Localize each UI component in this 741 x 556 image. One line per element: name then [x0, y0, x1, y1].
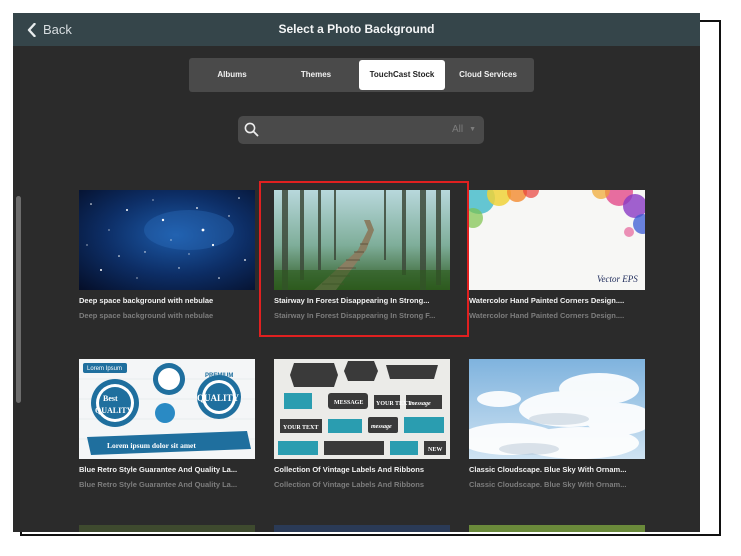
label-text: YOUR TEXT — [376, 401, 411, 407]
photo-card-peek[interactable] — [274, 525, 450, 532]
thumbnail-cloudscape — [469, 359, 645, 459]
thumbnail-vintage-labels: MESSAGE YOUR TEXT message YOUR TEXT mess… — [274, 359, 450, 459]
scrollbar[interactable] — [16, 196, 21, 403]
thumbnail-deep-space — [79, 190, 255, 290]
label-text: message — [410, 401, 431, 407]
photo-card-peek[interactable] — [79, 525, 255, 532]
card-title: Watercolor Hand Painted Corners Design..… — [469, 296, 625, 305]
filter-dropdown[interactable]: All ▼ — [452, 116, 476, 144]
thumbnail-retro-quality: Lorem Ipsum Best QUALITY QUALITY PREMIUM… — [79, 359, 255, 459]
tab-touchcast-stock[interactable]: TouchCast Stock — [359, 60, 445, 90]
card-subtitle: Classic Cloudscape. Blue Sky With Ornam.… — [469, 480, 627, 489]
card-subtitle: Deep space background with nebulae — [79, 311, 214, 320]
source-tabs: Albums Themes TouchCast Stock Cloud Serv… — [189, 58, 534, 92]
card-title: Blue Retro Style Guarantee And Quality L… — [79, 465, 238, 474]
card-title: Collection Of Vintage Labels And Ribbons — [274, 465, 425, 474]
search-input[interactable] — [264, 120, 424, 140]
vector-eps-badge: Vector EPS — [597, 274, 638, 284]
card-subtitle: Watercolor Hand Painted Corners Design..… — [469, 311, 625, 320]
page-title: Select a Photo Background — [278, 22, 435, 36]
badge-text: Lorem Ipsum — [87, 366, 122, 372]
caret-down-icon: ▼ — [469, 126, 476, 133]
card-title: Stairway In Forest Disappearing In Stron… — [274, 296, 430, 305]
badge-text: Lorem ipsum dolor sit amet — [107, 441, 196, 450]
badge-text: QUALITY — [95, 406, 133, 415]
thumbnail-watercolor: Vector EPS — [469, 190, 645, 290]
tab-themes[interactable]: Themes — [277, 60, 355, 90]
title-bar: Back Select a Photo Background — [13, 13, 700, 46]
label-text: NEW — [428, 447, 442, 453]
label-text: YOUR TEXT — [283, 425, 318, 431]
badge-text: PREMIUM — [205, 373, 233, 379]
search-bar: All ▼ — [238, 116, 484, 144]
label-text: message — [371, 424, 392, 430]
card-title: Classic Cloudscape. Blue Sky With Ornam.… — [469, 465, 627, 474]
label-text: MESSAGE — [334, 400, 363, 406]
tab-cloud-services[interactable]: Cloud Services — [447, 60, 529, 90]
filter-label: All — [451, 124, 464, 135]
photo-background-picker: Back Select a Photo Background Albums Th… — [13, 13, 700, 532]
card-subtitle: Stairway In Forest Disappearing In Stron… — [274, 311, 436, 320]
search-icon — [244, 122, 259, 142]
badge-text: QUALITY — [197, 393, 240, 403]
card-title: Deep space background with nebulae — [79, 296, 214, 305]
tab-albums[interactable]: Albums — [193, 60, 271, 90]
card-subtitle: Collection Of Vintage Labels And Ribbons — [274, 480, 425, 489]
thumbnail-forest-stairway — [274, 190, 450, 290]
badge-text: Best — [103, 394, 118, 403]
card-subtitle: Blue Retro Style Guarantee And Quality L… — [79, 480, 238, 489]
photo-card-peek[interactable] — [469, 525, 645, 532]
